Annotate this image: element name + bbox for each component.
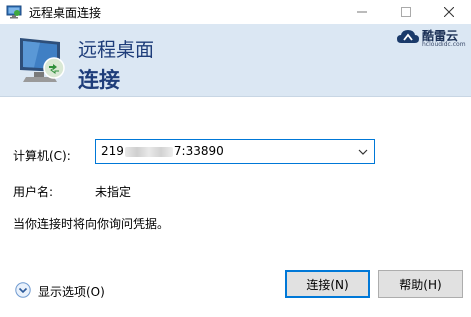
close-icon xyxy=(444,7,454,17)
expand-circle-icon[interactable] xyxy=(15,282,31,298)
connect-button[interactable]: 连接(N) xyxy=(285,270,370,298)
help-button-label: 帮助(H) xyxy=(399,277,442,292)
help-button[interactable]: 帮助(H) xyxy=(378,270,463,298)
chevron-down-icon[interactable] xyxy=(358,147,368,157)
remote-desktop-icon xyxy=(6,5,22,19)
brand-watermark: 酷雷云 hcloudidc.com xyxy=(396,27,466,53)
header-banner: 远程桌面 连接 酷雷云 hcloudidc.com xyxy=(0,24,471,97)
remote-desktop-monitor-icon xyxy=(20,38,65,82)
close-button[interactable] xyxy=(427,0,471,24)
redacted-blur xyxy=(124,146,173,157)
window-title: 远程桌面连接 xyxy=(29,6,102,20)
computer-value[interactable]: 219 7:33890 xyxy=(101,144,224,158)
minimize-icon xyxy=(357,11,367,13)
computer-combobox[interactable]: 219 7:33890 xyxy=(95,139,375,164)
connect-button-label: 连接(N) xyxy=(306,277,349,292)
maximize-icon xyxy=(401,7,411,17)
username-label: 用户名: xyxy=(13,185,54,199)
title-bar: 远程桌面连接 xyxy=(0,0,471,24)
computer-label: 计算机(C): xyxy=(13,149,71,163)
brand-url: hcloudidc.com xyxy=(422,41,466,48)
credentials-hint: 当你连接时将向你询问凭据。 xyxy=(13,217,170,231)
username-value: 未指定 xyxy=(95,185,132,199)
banner-title: 远程桌面 xyxy=(78,39,155,61)
cloud-logo-icon xyxy=(397,30,419,43)
show-options-label[interactable]: 显示选项(O) xyxy=(38,283,105,300)
minimize-button[interactable] xyxy=(340,0,384,24)
maximize-button[interactable] xyxy=(384,0,428,24)
banner-subtitle: 连接 xyxy=(78,68,120,92)
